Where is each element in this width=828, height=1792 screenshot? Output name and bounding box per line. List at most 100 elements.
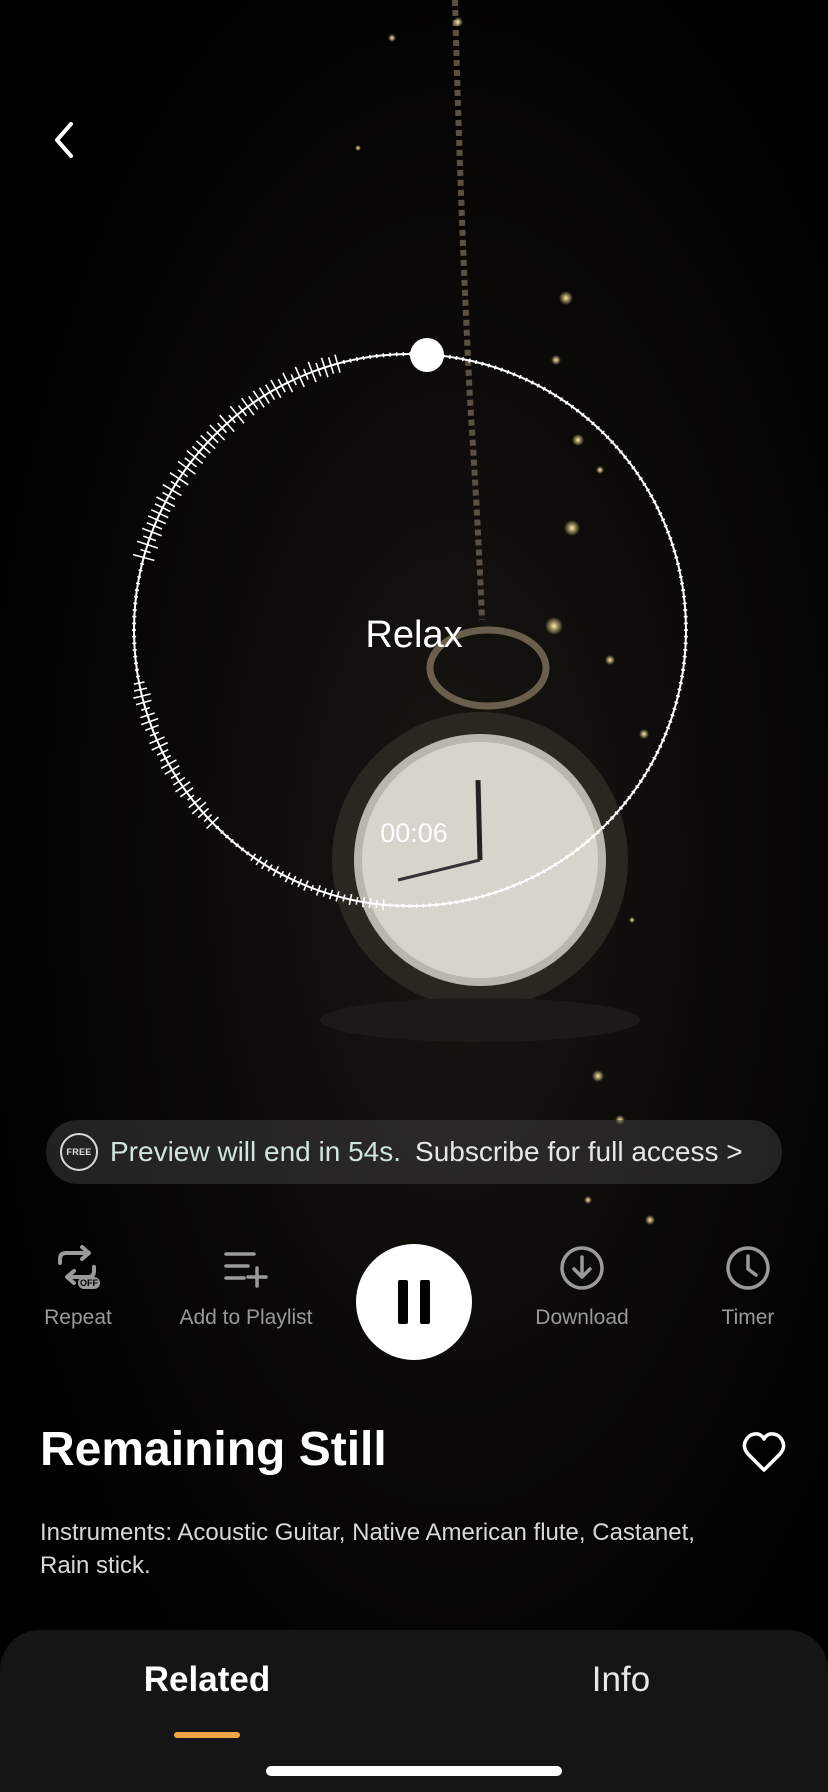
visualizer-bar (668, 536, 673, 540)
visualizer-bar (135, 675, 141, 678)
download-icon (560, 1246, 604, 1290)
visualizer-bar (681, 595, 687, 598)
visualizer-bar (375, 353, 378, 359)
visualizer-bar (375, 899, 378, 909)
visualizer-bar (668, 720, 673, 724)
visualizer-bar (500, 367, 504, 372)
visualizer-bar (665, 530, 671, 534)
preview-countdown-text: Preview will end in 54s. (110, 1136, 402, 1167)
pause-button[interactable] (356, 1244, 472, 1360)
visualizer-bar (677, 569, 682, 572)
visualizer-bar (139, 562, 145, 566)
timer-button[interactable]: Timer (668, 1240, 828, 1330)
subscribe-link[interactable]: Subscribe for full access > (415, 1136, 743, 1168)
visualizer-bar (448, 354, 451, 360)
visualizer-bar (162, 491, 176, 501)
preview-banner[interactable]: FREE Preview will end in 54s. Subscribe … (46, 1120, 782, 1184)
repeat-icon: OFF (58, 1245, 100, 1289)
elapsed-time: 00:06 (380, 818, 448, 848)
visualizer-bar (474, 359, 478, 365)
visualizer-bar (133, 662, 139, 665)
visualizer-bar (493, 365, 497, 370)
visualizer-bar (133, 681, 145, 685)
repeat-button[interactable]: OFF Repeat (0, 1240, 158, 1330)
visualizer-bar (674, 701, 679, 704)
track-description: Instruments: Acoustic Guitar, Native Ame… (40, 1519, 695, 1579)
visualizer-bar (670, 543, 675, 547)
visualizer-bar (493, 890, 497, 895)
visualizer-bar (461, 898, 465, 903)
visualizer-bar (147, 515, 167, 525)
visualizer-bar (349, 358, 352, 363)
visualizer-bar (342, 894, 346, 902)
visualizer-bar (487, 892, 491, 897)
visualizer-bar (355, 896, 359, 905)
tab-info[interactable]: Info (414, 1660, 828, 1700)
visualizer-bar (237, 405, 248, 417)
mood-label: Relax (365, 614, 463, 656)
home-indicator (266, 1766, 562, 1776)
visualizer-bar (474, 895, 478, 901)
visualizer-bar (188, 797, 202, 809)
timer-label: Timer (721, 1306, 775, 1329)
download-label: Download (535, 1306, 629, 1329)
visualizer-bar (138, 569, 143, 572)
visualizer-bar (248, 395, 259, 410)
add-to-playlist-label: Add to Playlist (179, 1306, 313, 1329)
visualizer-bar (154, 503, 171, 513)
visualizer-bar (277, 378, 286, 393)
visualizer-bar (170, 480, 181, 489)
visualizer-bar (172, 776, 186, 786)
visualizer-bar (310, 884, 314, 892)
visualizer-bar (342, 359, 346, 365)
visualizer-bar (184, 457, 198, 468)
visualizer-bar (455, 355, 458, 361)
favorite-button[interactable] (740, 1428, 788, 1476)
visualizer-bar (455, 899, 458, 905)
visualizer-bar (675, 694, 681, 698)
visualizer-bar (506, 369, 510, 375)
visualizer-bar (134, 668, 140, 671)
visualizer-bar (678, 575, 683, 579)
timer-icon (726, 1246, 770, 1290)
visualizer-bar (500, 888, 504, 893)
visualizer-bar (164, 765, 180, 775)
tab-related[interactable]: Related (0, 1660, 414, 1700)
visualizer-bar (678, 681, 683, 685)
visualizer-bar (461, 357, 465, 362)
visualizer-bar (481, 361, 484, 366)
visualizer-bar (680, 668, 686, 671)
visualizer-bar (369, 354, 372, 360)
visualizer-bar (150, 508, 169, 519)
pause-icon (398, 1280, 430, 1324)
free-badge-icon: FREE (60, 1133, 98, 1171)
visualizer-bar (137, 575, 142, 579)
visualizer-bar (679, 582, 685, 585)
visualizer-bar (672, 707, 677, 711)
visualizer-bar (355, 357, 359, 362)
visualizer-bar (448, 900, 451, 906)
visualizer-bar (506, 885, 510, 891)
heart-icon (742, 1432, 786, 1472)
download-button[interactable]: Download (502, 1240, 662, 1330)
progress-knob[interactable] (410, 337, 445, 372)
visualizer-bar (487, 363, 491, 368)
visualizer-bar (265, 384, 276, 401)
visualizer-bar (362, 355, 365, 361)
visualizer-bar (468, 358, 471, 363)
visualizer-bar (670, 713, 675, 717)
visualizer-bar (160, 759, 177, 770)
visualizer-bar (675, 562, 681, 566)
visualizer-bar (382, 899, 385, 911)
visualizer-bar (442, 901, 445, 907)
back-chevron-icon (55, 122, 73, 158)
track-title: Remaining Still (40, 1423, 387, 1476)
visualizer-bar (179, 787, 194, 798)
visualizer-bar (677, 688, 682, 691)
visualizer-bar (151, 741, 169, 751)
back-button[interactable] (44, 114, 84, 166)
add-to-playlist-icon (224, 1252, 268, 1288)
visualizer-bar (133, 595, 139, 598)
visualizer-bar (135, 582, 141, 585)
add-to-playlist-button[interactable]: Add to Playlist (166, 1240, 326, 1330)
